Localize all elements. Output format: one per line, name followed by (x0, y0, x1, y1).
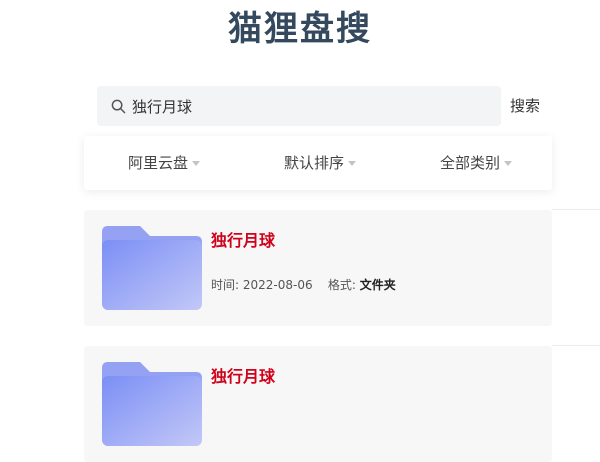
search-icon (111, 99, 126, 113)
result-title[interactable]: 独行月球 (211, 363, 275, 387)
filter-sort-label: 默认排序 (284, 154, 345, 172)
site-title: 猫狸盘搜 (228, 9, 372, 49)
result-card[interactable]: 独行月球 时间: 2022-08-06 格式: 文件夹 (84, 210, 552, 326)
search-box[interactable] (97, 86, 501, 126)
time-label: 时间: (211, 278, 240, 292)
filter-sort[interactable]: 默认排序 (284, 136, 357, 190)
result-title[interactable]: 独行月球 (211, 227, 275, 251)
format-value: 文件夹 (359, 278, 396, 292)
caret-down-icon (504, 160, 513, 166)
format-label: 格式: (327, 278, 356, 292)
caret-down-icon (348, 160, 357, 166)
divider (552, 209, 600, 210)
filter-category[interactable]: 全部类别 (440, 136, 513, 190)
result-meta: 时间: 2022-08-06 格式: 文件夹 (211, 276, 396, 293)
folder-icon (102, 226, 202, 310)
time-value: 2022-08-06 (242, 278, 313, 292)
folder-icon (102, 362, 202, 446)
filter-category-label: 全部类别 (440, 154, 501, 172)
filter-bar: 阿里云盘 默认排序 全部类别 (84, 136, 552, 190)
caret-down-icon (192, 160, 201, 166)
filter-drive-label: 阿里云盘 (128, 154, 189, 172)
search-input[interactable] (132, 97, 492, 115)
filter-drive[interactable]: 阿里云盘 (128, 136, 201, 190)
search-button[interactable]: 搜索 (510, 95, 540, 116)
result-card[interactable]: 独行月球 (84, 346, 552, 462)
divider (552, 345, 600, 346)
